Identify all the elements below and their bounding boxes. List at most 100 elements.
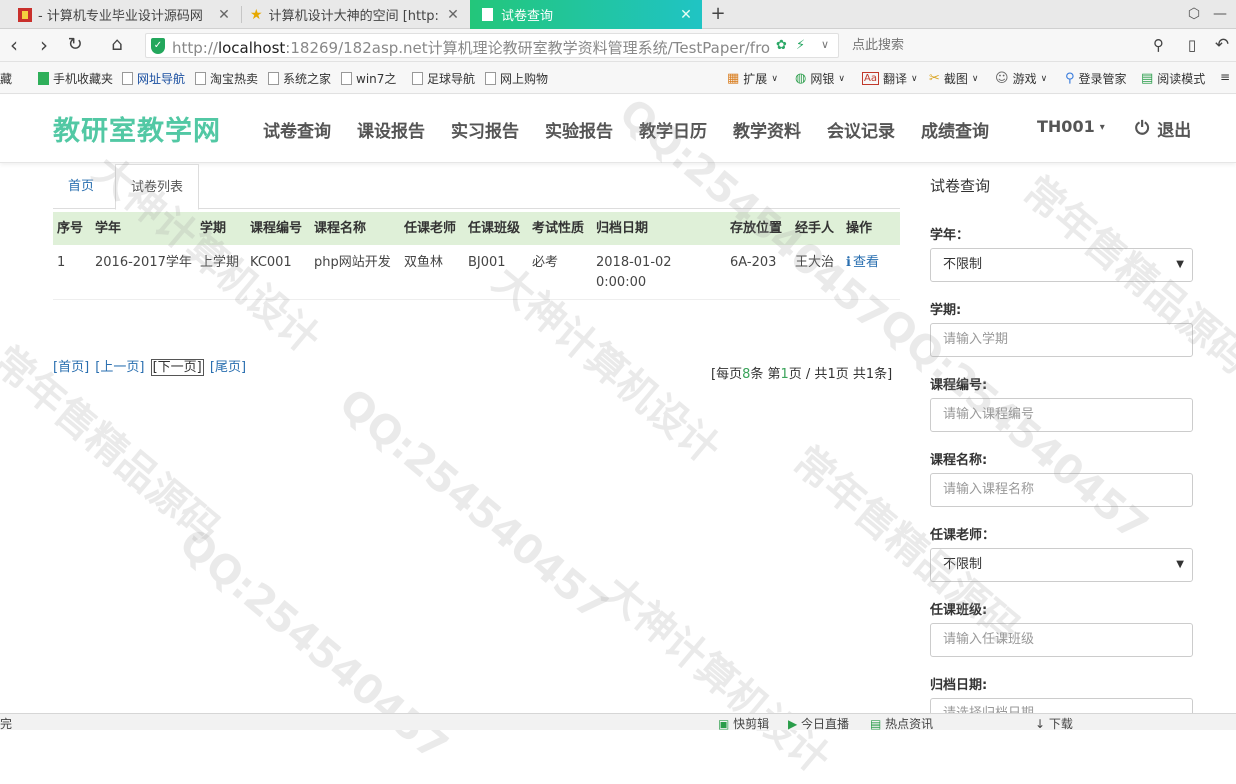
status-download[interactable]: ↓ 下载 bbox=[1035, 715, 1073, 732]
bookmark-shopping[interactable]: 网上购物 bbox=[485, 70, 548, 87]
search-input[interactable] bbox=[852, 33, 1142, 58]
teacher-select[interactable]: 不限制 ▼ bbox=[930, 548, 1193, 582]
bookmark-mobile[interactable]: 手机收藏夹 bbox=[38, 70, 113, 87]
site-brand[interactable]: 教研室教学网 bbox=[53, 109, 221, 148]
bookmark-nav[interactable]: 网址导航 bbox=[122, 70, 185, 87]
class-input[interactable]: 请输入任课班级 bbox=[930, 623, 1193, 657]
url-text[interactable]: http://localhost:18269/182asp.net计算机理论教研… bbox=[172, 37, 772, 58]
nav-course-design[interactable]: 课设报告 bbox=[357, 117, 425, 142]
undo-icon[interactable]: ↶ bbox=[1210, 33, 1234, 57]
year-select[interactable]: 不限制 ▼ bbox=[930, 248, 1193, 282]
caret-down-icon: ▼ bbox=[1176, 559, 1184, 570]
tab-label: 计算机设计大神的空间 [http://2 bbox=[268, 9, 439, 24]
url-path: :18269/182asp.net计算机理论教研室教学资料管理系统/TestPa… bbox=[285, 39, 771, 57]
scissors-icon: ▣ bbox=[718, 717, 734, 731]
close-icon[interactable]: ✕ bbox=[445, 7, 461, 23]
search-box[interactable]: ⚲ bbox=[842, 33, 1172, 58]
back-icon[interactable]: ‹ bbox=[2, 33, 26, 57]
nav-materials[interactable]: 教学资料 bbox=[733, 117, 801, 142]
toolbar-reading-mode[interactable]: ▤ 阅读模式 bbox=[1141, 70, 1205, 87]
browser-tab-active[interactable]: 试卷查询 ✕ bbox=[470, 0, 702, 29]
browser-tab-1[interactable]: - 计算机专业毕业设计源码网 ✕ bbox=[0, 0, 240, 29]
caret-down-icon: ▾ bbox=[1099, 122, 1105, 133]
logout-label: 退出 bbox=[1157, 121, 1192, 141]
first-page-link[interactable]: [首页] bbox=[53, 360, 89, 375]
browser-tab-2[interactable]: ★ 计算机设计大神的空间 [http://2 ✕ bbox=[242, 0, 469, 29]
status-quick-clip[interactable]: ▣ 快剪辑 bbox=[718, 715, 769, 732]
toolbar-screenshot[interactable]: ✂ 截图 ∨ bbox=[929, 70, 979, 87]
nav-exam-query[interactable]: 试卷查询 bbox=[263, 117, 331, 142]
browser-tab-bar: - 计算机专业毕业设计源码网 ✕ ★ 计算机设计大神的空间 [http://2 … bbox=[0, 0, 1236, 29]
globe-icon: ◍ bbox=[795, 71, 807, 86]
course-no-input[interactable]: 请输入课程编号 bbox=[930, 398, 1193, 432]
toolbar-more[interactable]: ≡ bbox=[1220, 70, 1230, 84]
next-page-link[interactable]: [下一页] bbox=[150, 359, 204, 376]
recycle-icon[interactable]: ✿ bbox=[776, 38, 787, 53]
class-label: 任课班级: bbox=[930, 603, 988, 618]
skin-icon[interactable]: ⬡ bbox=[1184, 4, 1204, 24]
term-input[interactable]: 请输入学期 bbox=[930, 323, 1193, 357]
cell-location: 6A-203 bbox=[726, 245, 791, 300]
page-icon bbox=[482, 8, 493, 21]
nav-internship[interactable]: 实习报告 bbox=[451, 117, 519, 142]
bookmark-football[interactable]: 足球导航 bbox=[412, 70, 475, 87]
toolbar-translate[interactable]: Aa 翻译 ∨ bbox=[862, 70, 918, 87]
toolbar-bank[interactable]: ◍ 网银 ∨ bbox=[795, 70, 845, 87]
gamepad-icon: ☺ bbox=[995, 71, 1009, 86]
refresh-icon[interactable]: ↻ bbox=[63, 33, 87, 57]
status-news[interactable]: ▤ 热点资讯 bbox=[870, 715, 933, 732]
tab-home[interactable]: 首页 bbox=[53, 164, 109, 209]
user-menu[interactable]: TH001 ▾ bbox=[1037, 117, 1105, 136]
last-page-link[interactable]: [尾页] bbox=[210, 360, 246, 375]
bookmark-label: 网址导航 bbox=[137, 72, 186, 86]
url-field[interactable]: ✓ http://localhost:18269/182asp.net计算机理论… bbox=[145, 33, 839, 58]
chevron-down-icon: ∨ bbox=[971, 73, 979, 84]
close-icon[interactable]: ✕ bbox=[678, 7, 694, 23]
view-label: 查看 bbox=[852, 255, 879, 270]
bookmark-favorites[interactable]: 藏 bbox=[0, 70, 12, 87]
new-tab-button[interactable]: + bbox=[708, 3, 728, 25]
prev-page-link[interactable]: [上一页] bbox=[95, 360, 144, 375]
bookmark-taobao[interactable]: 淘宝热卖 bbox=[195, 70, 258, 87]
nav-experiment[interactable]: 实验报告 bbox=[545, 117, 613, 142]
toolbar-games[interactable]: ☺ 游戏 ∨ bbox=[995, 70, 1047, 87]
nav-meetings[interactable]: 会议记录 bbox=[827, 117, 895, 142]
archive-date-input[interactable]: 请选择归档日期 bbox=[930, 698, 1193, 714]
archive-date-label: 归档日期: bbox=[930, 678, 988, 693]
watermark: QQ:254540457 bbox=[170, 520, 457, 771]
toolbar-label: 截图 bbox=[943, 72, 968, 86]
phone-icon[interactable]: ▯ bbox=[1180, 33, 1204, 57]
view-link[interactable]: ℹ 查看 bbox=[846, 255, 879, 270]
bookmark-win7[interactable]: win7之 bbox=[341, 70, 396, 87]
forward-icon[interactable]: › bbox=[32, 33, 56, 57]
filter-title: 试卷查询 bbox=[930, 177, 991, 195]
tab-exam-list[interactable]: 试卷列表 bbox=[115, 164, 200, 210]
close-icon[interactable]: ✕ bbox=[216, 7, 232, 23]
lightning-icon[interactable]: ⚡ bbox=[796, 38, 805, 53]
toolbar-extensions[interactable]: ▦ 扩展 ∨ bbox=[727, 70, 778, 87]
toolbar-login-manager[interactable]: ⚲ 登录管家 bbox=[1065, 70, 1127, 87]
search-icon[interactable]: ⚲ bbox=[1153, 36, 1164, 54]
col-header: 任课班级 bbox=[464, 212, 528, 245]
nav-calendar[interactable]: 教学日历 bbox=[639, 117, 707, 142]
bookmark-xitong[interactable]: 系统之家 bbox=[268, 70, 331, 87]
pagination: [首页] [上一页] [下一页] [尾页] bbox=[53, 356, 248, 376]
status-live[interactable]: ▶ 今日直播 bbox=[788, 715, 849, 732]
chevron-down-icon: ∨ bbox=[771, 73, 778, 84]
logout-button[interactable]: ⏻ 退出 bbox=[1135, 116, 1191, 141]
nav-grades[interactable]: 成绩查询 bbox=[921, 117, 989, 142]
chevron-down-icon[interactable]: ∨ bbox=[821, 38, 829, 51]
watermark: QQ:254540457 bbox=[330, 380, 617, 631]
cell-action: ℹ 查看 bbox=[842, 245, 900, 300]
pager-text: 页 共 bbox=[835, 367, 866, 382]
minimize-icon[interactable]: — bbox=[1210, 4, 1230, 24]
teacher-select-value: 不限制 bbox=[943, 557, 983, 572]
course-name-input[interactable]: 请输入课程名称 bbox=[930, 473, 1193, 507]
toolbar-label: 登录管家 bbox=[1078, 72, 1127, 86]
page-icon bbox=[485, 72, 496, 85]
toolbar-label: 游戏 bbox=[1012, 72, 1037, 86]
home-icon[interactable]: ⌂ bbox=[105, 33, 129, 57]
col-header: 课程编号 bbox=[246, 212, 310, 245]
course-name-label: 课程名称: bbox=[930, 453, 988, 468]
table-row: 1 2016-2017学年 上学期 KC001 php网站开发 双鱼林 BJ00… bbox=[53, 245, 900, 300]
